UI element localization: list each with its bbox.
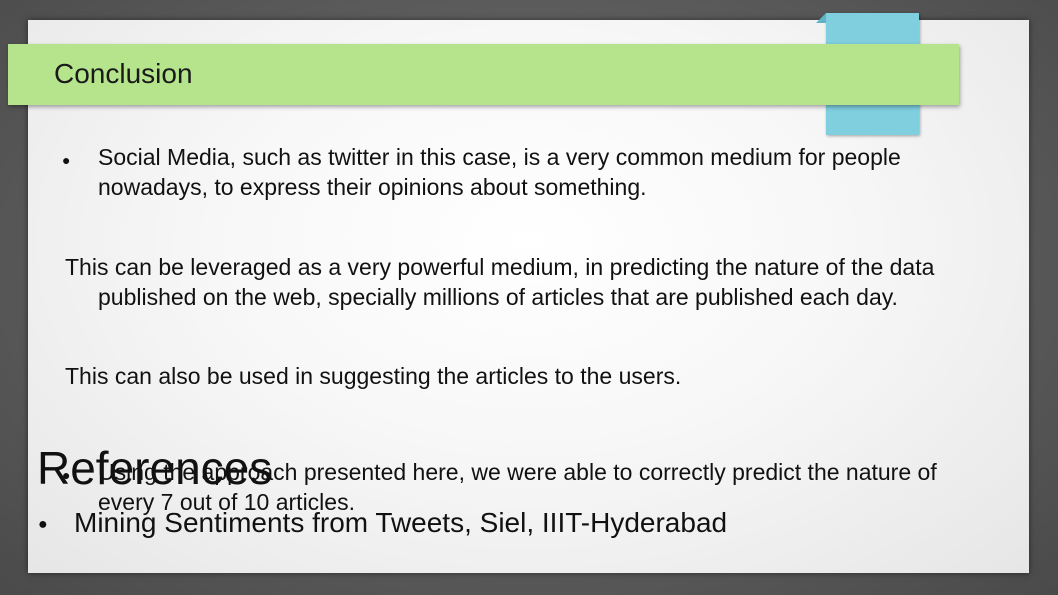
slide-title: Conclusion [54,58,193,89]
reference-item: Mining Sentiments from Tweets, Siel, III… [74,507,728,538]
paragraph-leverage: This can be leveraged as a very powerful… [65,254,935,310]
bullet-icon: ● [62,152,71,168]
paragraph-suggesting: This can also be used in suggesting the … [65,363,682,389]
bullet-icon: ● [38,516,48,533]
references-heading: References [37,442,273,494]
bullet-text-social-media: Social Media, such as twitter in this ca… [98,144,901,200]
title-bar: Conclusion [8,44,959,105]
